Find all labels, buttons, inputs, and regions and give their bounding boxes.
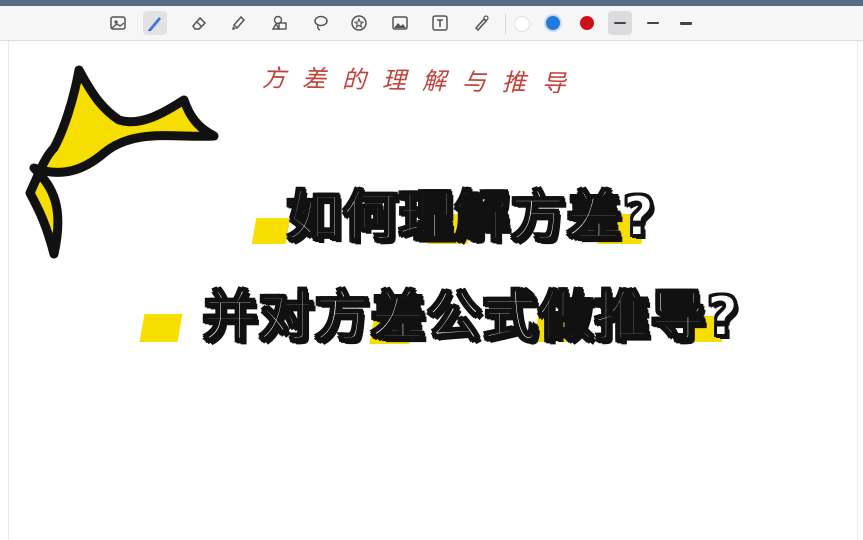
- color-swatch-red[interactable]: [580, 16, 594, 30]
- eraser-icon[interactable]: [187, 11, 211, 35]
- handwritten-title: 方差的理解与推导: [261, 64, 583, 98]
- color-swatch-white[interactable]: [514, 16, 530, 32]
- headline-line-2: 并对方差公式做推导?: [202, 284, 741, 349]
- sticker-icon[interactable]: [347, 11, 371, 35]
- color-swatch-blue[interactable]: [546, 16, 560, 30]
- lasso-icon[interactable]: [309, 11, 333, 35]
- toolbar-divider: [505, 14, 506, 34]
- stroke-medium-button[interactable]: [641, 11, 665, 35]
- pen-icon[interactable]: [143, 11, 167, 35]
- text-box-icon[interactable]: [428, 11, 452, 35]
- image-viewer-icon[interactable]: [106, 11, 130, 35]
- drawing-toolbar: [0, 6, 863, 41]
- image-icon[interactable]: [388, 11, 412, 35]
- stroke-thick-button[interactable]: [674, 11, 698, 35]
- laser-pointer-icon[interactable]: [469, 11, 493, 35]
- headline-line-1: 如何理解方差?: [286, 184, 657, 249]
- highlighter-icon[interactable]: [226, 11, 250, 35]
- shapes-icon[interactable]: [268, 11, 292, 35]
- stroke-thin-button[interactable]: [608, 11, 632, 35]
